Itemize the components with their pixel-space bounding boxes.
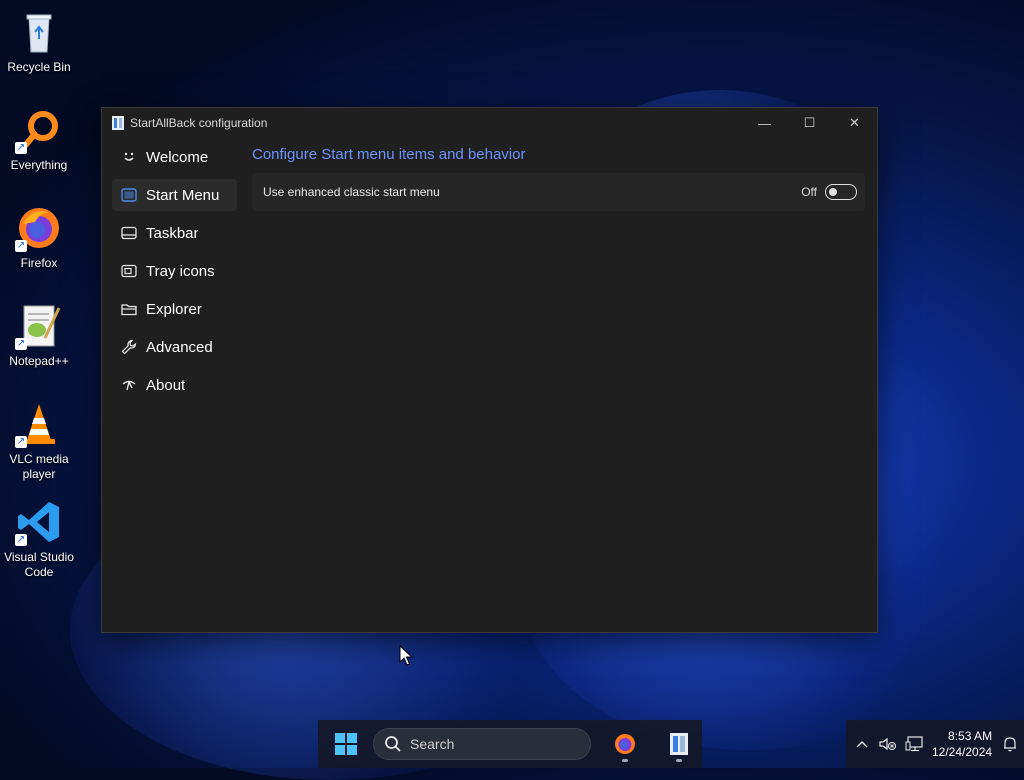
shortcut-arrow-icon: ↗ (15, 142, 27, 154)
minimize-button[interactable]: — (742, 108, 787, 138)
everything-icon: ↗ (15, 106, 63, 154)
taskbar-search-box[interactable]: Search (373, 728, 591, 760)
sidebar-item-explorer[interactable]: Explorer (112, 293, 237, 325)
running-indicator (622, 759, 628, 762)
toggle-knob (829, 188, 837, 196)
setting-label: Use enhanced classic start menu (263, 185, 440, 199)
title-bar[interactable]: StartAllBack configuration — ☐ ✕ (102, 108, 877, 138)
desktop-icon-recycle-bin[interactable]: Recycle Bin (0, 8, 78, 75)
tray-icons-icon (120, 263, 138, 279)
network-icon[interactable] (904, 734, 924, 754)
desktop-icon-notepad-plus-plus[interactable]: ↗ Notepad++ (0, 302, 78, 369)
vscode-icon: ↗ (15, 498, 63, 546)
desktop-icon-label: VLC media player (9, 452, 69, 481)
smile-icon (120, 149, 138, 165)
desktop-icon-label: Firefox (20, 256, 58, 270)
desktop-icon-label: Everything (10, 158, 68, 172)
start-menu-icon (120, 187, 138, 203)
sidebar-item-taskbar[interactable]: Taskbar (112, 217, 237, 249)
vlc-cone-icon: ↗ (15, 400, 63, 448)
startallback-icon (670, 733, 688, 755)
desktop-icon-label: Notepad++ (9, 354, 69, 368)
sidebar-item-label: Taskbar (146, 224, 199, 242)
sidebar-item-label: Tray icons (146, 262, 215, 280)
taskbar-clock[interactable]: 8:53 AM 12/24/2024 (932, 728, 992, 760)
show-hidden-icons-chevron-icon[interactable] (852, 734, 872, 754)
sidebar-item-label: Welcome (146, 148, 209, 166)
desktop-icon-firefox[interactable]: ↗ Firefox (0, 204, 78, 271)
desktop-icon-vscode[interactable]: ↗ Visual Studio Code (0, 498, 78, 580)
speaker-muted-icon[interactable] (878, 734, 898, 754)
clock-time: 8:53 AM (948, 729, 993, 743)
sidebar-nav: Welcome Start Menu Taskbar Tray icons Ex… (112, 141, 237, 407)
sidebar-item-start-menu[interactable]: Start Menu (112, 179, 237, 211)
windows-logo-icon (335, 733, 357, 755)
clock-date: 12/24/2024 (932, 745, 993, 759)
running-indicator (676, 759, 682, 762)
toggle-state-label: Off (801, 185, 817, 199)
sidebar-item-label: Explorer (146, 300, 202, 318)
shortcut-arrow-icon: ↗ (15, 338, 27, 350)
firefox-icon (615, 734, 635, 754)
mouse-cursor-icon (399, 644, 414, 672)
search-placeholder: Search (410, 736, 455, 752)
enhanced-classic-start-menu-toggle[interactable] (825, 184, 857, 200)
close-button[interactable]: ✕ (832, 108, 877, 138)
sidebar-item-about[interactable]: About (112, 369, 237, 401)
firefox-icon: ↗ (15, 204, 63, 252)
about-icon (120, 377, 138, 393)
maximize-button[interactable]: ☐ (787, 108, 832, 138)
toggle-group: Off (801, 184, 857, 200)
taskbar: Search (318, 720, 702, 768)
folder-icon (120, 301, 138, 317)
window-controls: — ☐ ✕ (742, 108, 877, 138)
page-heading: Configure Start menu items and behavior (252, 146, 526, 163)
notepad-plus-plus-icon: ↗ (15, 302, 63, 350)
startallback-config-window: StartAllBack configuration — ☐ ✕ Welcome… (101, 107, 878, 633)
shortcut-arrow-icon: ↗ (15, 534, 27, 546)
content-pane: Configure Start menu items and behavior … (252, 146, 865, 211)
window-title: StartAllBack configuration (130, 116, 268, 130)
shortcut-arrow-icon: ↗ (15, 436, 27, 448)
search-icon (385, 736, 401, 752)
startallback-app-icon (112, 116, 124, 130)
sidebar-item-tray-icons[interactable]: Tray icons (112, 255, 237, 287)
sidebar-item-label: Advanced (146, 338, 213, 356)
sidebar-item-welcome[interactable]: Welcome (112, 141, 237, 173)
system-tray: 8:53 AM 12/24/2024 (846, 720, 1024, 768)
taskbar-app-firefox[interactable] (605, 724, 645, 764)
taskbar-icon (120, 225, 138, 241)
desktop-icon-vlc[interactable]: ↗ VLC media player (0, 400, 78, 482)
setting-row-enhanced-classic-start-menu[interactable]: Use enhanced classic start menu Off (252, 173, 865, 211)
recycle-bin-icon (15, 8, 63, 56)
sidebar-item-label: Start Menu (146, 186, 220, 204)
desktop-icon-everything[interactable]: ↗ Everything (0, 106, 78, 173)
notification-bell-icon[interactable] (1000, 734, 1020, 754)
taskbar-app-startallback[interactable] (659, 724, 699, 764)
sidebar-item-label: About (146, 376, 186, 394)
desktop-icon-label: Recycle Bin (7, 60, 71, 74)
start-button[interactable] (326, 724, 366, 764)
desktop-icon-label: Visual Studio Code (4, 550, 74, 579)
shortcut-arrow-icon: ↗ (15, 240, 27, 252)
sidebar-item-advanced[interactable]: Advanced (112, 331, 237, 363)
wrench-icon (120, 339, 138, 355)
